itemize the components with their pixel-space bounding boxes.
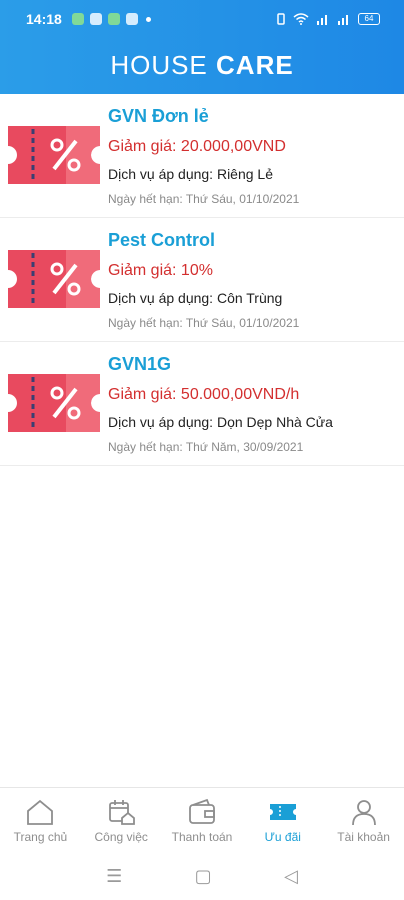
coupon-service: Dịch vụ áp dụng: Dọn Dẹp Nhà Cửa	[108, 414, 333, 430]
nav-payment-label: Thanh toán	[171, 830, 233, 844]
app-title: HOUSE CARE	[0, 50, 404, 81]
wallet-icon	[189, 798, 215, 824]
coupon-expiry: Ngày hết hạn: Thứ Sáu, 01/10/2021	[108, 192, 300, 206]
discount-coupon-icon	[8, 126, 100, 184]
app-header: 14:18 64 HOUSE CARE	[0, 0, 404, 94]
coupon-title: GVN1G	[108, 354, 172, 374]
coupon-title: Pest Control	[108, 230, 216, 250]
home-button-icon[interactable]: ▢	[195, 866, 212, 887]
coupon-discount: Giảm giá: 50.000,00VND/h	[108, 386, 300, 403]
status-bar: 14:18 64	[0, 0, 404, 38]
status-right: 64	[276, 13, 380, 25]
battery-icon: 64	[358, 13, 380, 25]
coupon-discount: Giảm giá: 10%	[108, 262, 213, 279]
user-icon	[351, 800, 376, 826]
coupon-card[interactable]: Pest Control Giảm giá: 10% Dịch vụ áp dụ…	[0, 218, 404, 342]
coupon-card[interactable]: GVN Đơn lẻ Giảm giá: 20.000,00VND Dịch v…	[0, 94, 404, 218]
chat-icon	[107, 13, 120, 25]
coupon-card[interactable]: GVN1G Giảm giá: 50.000,00VND/h Dịch vụ á…	[0, 342, 404, 466]
app-title-light: HOUSE	[110, 50, 208, 80]
nav-payment[interactable]: Thanh toán	[162, 788, 243, 849]
status-time: 14:18	[26, 11, 62, 27]
nav-offers-label: Ưu đãi	[264, 830, 301, 844]
nav-account[interactable]: Tài khoản	[323, 788, 404, 849]
home-icon	[27, 799, 54, 825]
coupon-service: Dịch vụ áp dụng: Côn Trùng	[108, 290, 283, 306]
discount-coupon-icon	[8, 250, 100, 308]
nav-home[interactable]: Trang chủ	[0, 788, 81, 849]
coupon-service: Dịch vụ áp dụng: Riêng Lẻ	[108, 166, 273, 182]
nav-account-label: Tài khoản	[337, 830, 390, 844]
back-icon[interactable]: ◁	[284, 866, 298, 887]
signal-icon	[317, 15, 327, 25]
vibrate-icon	[277, 13, 285, 25]
nav-offers[interactable]: Ưu đãi	[242, 788, 323, 849]
nav-home-label: Trang chủ	[13, 830, 68, 844]
discount-coupon-icon	[8, 374, 100, 432]
notification-icons	[71, 13, 151, 25]
app-title-bold: CARE	[216, 50, 294, 80]
signal-icon-2	[338, 15, 348, 25]
calendar-home-icon	[109, 800, 136, 825]
recent-apps-icon[interactable]: ☰	[106, 866, 122, 887]
coupon-discount: Giảm giá: 20.000,00VND	[108, 138, 286, 155]
nav-jobs-label: Công việc	[94, 830, 148, 844]
coupon-expiry: Ngày hết hạn: Thứ Năm, 30/09/2021	[108, 440, 304, 454]
coupon-expiry: Ngày hết hạn: Thứ Sáu, 01/10/2021	[108, 316, 300, 330]
wifi-icon	[293, 13, 309, 25]
message-icon	[71, 13, 84, 25]
image-icon	[125, 13, 138, 25]
coupon-list: GVN Đơn lẻ Giảm giá: 20.000,00VND Dịch v…	[0, 94, 404, 466]
nav-jobs[interactable]: Công việc	[81, 788, 162, 849]
coupon-title: GVN Đơn lẻ	[108, 106, 209, 126]
app-notification-icon	[89, 13, 102, 25]
more-notifications-icon	[145, 16, 151, 22]
ticket-icon	[269, 804, 296, 820]
bottom-nav: Trang chủ Công việc Thanh toán Ưu đãi Tà…	[0, 787, 404, 849]
system-nav-bar: ☰ ▢ ◁	[0, 852, 404, 900]
